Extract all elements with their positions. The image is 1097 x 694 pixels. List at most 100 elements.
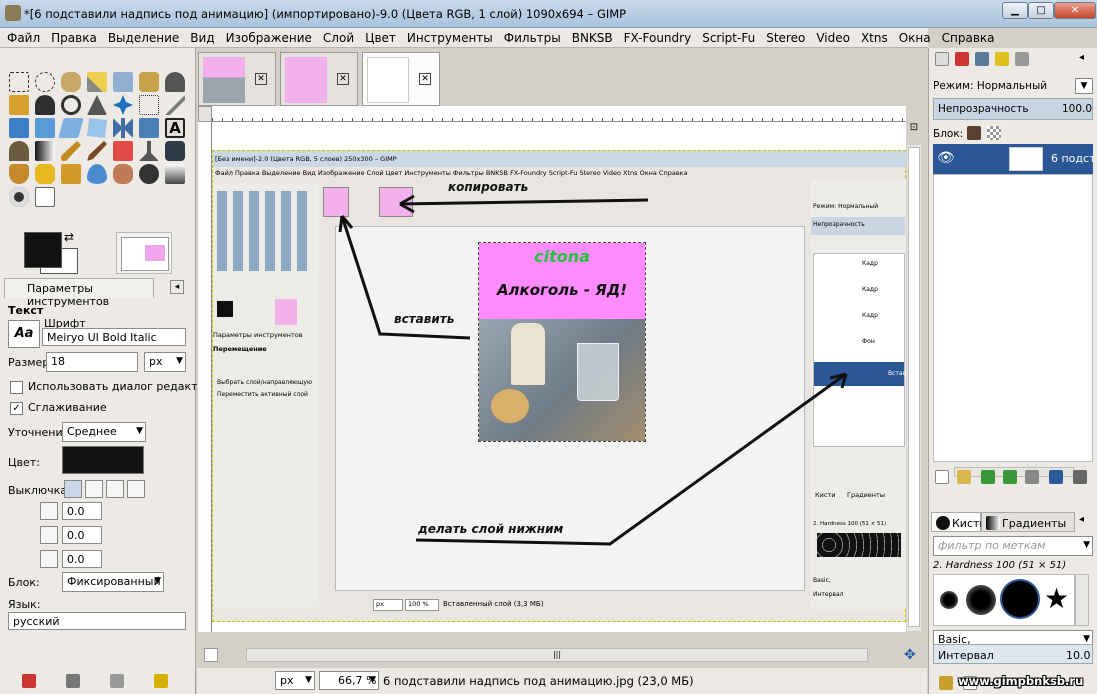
close-tab-icon[interactable]: ✕ [419, 73, 431, 85]
font-input[interactable]: Meiryo UI Bold Italic [42, 328, 186, 346]
line-spacing-input[interactable]: 0.0 [62, 526, 102, 544]
spacing-slider[interactable]: Интервал 10.0 [933, 644, 1093, 664]
menu-tools[interactable]: Инструменты [407, 31, 493, 45]
heal-icon[interactable] [35, 164, 55, 184]
letter-spacing-input[interactable]: 0.0 [62, 550, 102, 568]
brush-soft-medium[interactable] [966, 585, 996, 615]
swap-colors-icon[interactable]: ⇄ [64, 230, 74, 244]
menu-windows[interactable]: Окна [899, 31, 931, 45]
mode-dropdown-chevron-down-icon[interactable]: ▼ [1075, 78, 1093, 94]
rect-select-icon[interactable] [9, 72, 29, 92]
dock-menu-icon[interactable]: ◂ [1079, 52, 1084, 63]
dock-tab-history-icon[interactable] [1015, 52, 1029, 66]
text-color-button[interactable] [62, 446, 144, 474]
dock-tab-paths-icon[interactable] [975, 52, 989, 66]
brush-grid-scrollbar[interactable] [1075, 574, 1089, 626]
menu-script-fu[interactable]: Script-Fu [702, 31, 755, 45]
menu-video[interactable]: Video [816, 31, 850, 45]
ink-icon[interactable] [165, 141, 185, 161]
justify-left-icon[interactable] [64, 480, 82, 498]
brush-filter-input[interactable]: фильтр по меткам ▼ [933, 536, 1093, 556]
anchor-layer-icon[interactable] [1049, 470, 1063, 484]
indent-input[interactable]: 0.0 [62, 502, 102, 520]
justify-center-icon[interactable] [106, 480, 124, 498]
unit-select[interactable]: px ▼ [275, 671, 315, 690]
menu-edit[interactable]: Правка [51, 31, 97, 45]
pencil-icon[interactable] [61, 141, 81, 161]
layer-visibility-eye-icon[interactable]: 👁 [937, 150, 955, 166]
brush-soft-small[interactable] [940, 591, 958, 609]
duplicate-layer-icon[interactable] [1025, 470, 1039, 484]
brush-star-icon[interactable]: ★ [1044, 583, 1069, 615]
zoom-lock-icon[interactable]: ⊡ [907, 122, 921, 142]
move-icon[interactable] [113, 95, 133, 115]
perspective-icon[interactable] [87, 118, 107, 138]
brushes-menu-icon[interactable]: ◂ [1079, 514, 1084, 525]
brush-grid[interactable]: ★ [933, 574, 1075, 626]
new-group-icon[interactable] [957, 470, 971, 484]
tab-gradients[interactable]: Градиенты [981, 512, 1075, 532]
crop-icon[interactable] [165, 95, 185, 115]
cage-icon[interactable] [139, 118, 159, 138]
zoom-icon[interactable] [61, 95, 81, 115]
horizontal-ruler[interactable] [212, 106, 906, 122]
scissors-icon[interactable] [139, 72, 159, 92]
delete-options-icon[interactable] [110, 674, 124, 688]
image-tab-2[interactable]: ✕ [280, 52, 358, 106]
menu-filters[interactable]: Фильтры [504, 31, 561, 45]
quick-mask-toggle-icon[interactable] [204, 648, 218, 662]
lock-alpha-icon[interactable] [987, 126, 1001, 140]
text-tool-icon[interactable]: A [165, 118, 185, 138]
menu-select[interactable]: Выделение [108, 31, 179, 45]
dock-tab-undo-icon[interactable] [995, 52, 1009, 66]
rotate-icon[interactable] [9, 118, 29, 138]
dock-tab-layers-icon[interactable] [935, 52, 949, 66]
language-input[interactable]: русский [8, 612, 186, 630]
quick-mask-icon[interactable] [35, 187, 55, 207]
opacity-slider[interactable]: Непрозрачность 100.0 [933, 98, 1093, 120]
foreground-color-swatch[interactable] [24, 232, 62, 268]
font-preview-icon[interactable]: Aa [8, 320, 40, 348]
smudge-icon[interactable] [113, 164, 133, 184]
restore-options-icon[interactable] [66, 674, 80, 688]
image-tab-3-active[interactable]: ✕ [362, 52, 440, 106]
color-picker-icon[interactable] [35, 95, 55, 115]
close-button[interactable]: ✕ [1054, 2, 1096, 19]
image-tab-1[interactable]: ✕ [198, 52, 276, 106]
menu-image[interactable]: Изображение [226, 31, 312, 45]
vertical-ruler[interactable] [198, 122, 212, 632]
menu-stereo[interactable]: Stereo [766, 31, 805, 45]
measure-icon[interactable] [87, 95, 107, 115]
layer-row-selected[interactable]: 👁 6 подставили [933, 144, 1093, 174]
scale-icon[interactable] [35, 118, 55, 138]
justify-fill-icon[interactable] [127, 480, 145, 498]
box-select[interactable]: Фиксированный ▼ [62, 572, 164, 592]
canvas[interactable]: [Без имени]-2.0 (Цвета RGB, 5 слоев) 250… [212, 122, 906, 632]
use-editor-checkbox[interactable] [10, 381, 23, 394]
lower-layer-icon[interactable] [1003, 470, 1017, 484]
edit-brush-icon[interactable] [939, 676, 953, 690]
menu-file[interactable]: Файл [7, 31, 40, 45]
close-tab-icon[interactable]: ✕ [255, 73, 267, 85]
menu-layer[interactable]: Слой [323, 31, 354, 45]
bucket-fill-icon[interactable] [9, 141, 29, 161]
align-icon[interactable] [139, 95, 159, 115]
horizontal-scrollbar[interactable]: ||| [246, 648, 868, 662]
layer-list-empty-area[interactable] [933, 174, 1093, 477]
cursor-icon[interactable] [9, 187, 29, 207]
paths-icon[interactable] [9, 95, 29, 115]
flip-icon[interactable] [113, 118, 133, 138]
justify-right-icon[interactable] [85, 480, 103, 498]
blend-icon[interactable] [35, 141, 55, 161]
antialias-checkbox[interactable]: ✓ [10, 402, 23, 415]
close-tab-icon[interactable]: ✕ [337, 73, 349, 85]
dock-tab-channels-icon[interactable] [955, 52, 969, 66]
size-unit-select[interactable]: px ▼ [144, 352, 186, 372]
new-layer-icon[interactable] [935, 470, 949, 484]
paintbrush-icon[interactable] [87, 141, 107, 161]
tab-brushes[interactable]: Кисти [931, 512, 987, 532]
tool-options-tab[interactable]: Параметры инструментов [4, 278, 154, 308]
menu-bnksb[interactable]: BNKSB [572, 31, 613, 45]
menu-fx-foundry[interactable]: FX-Foundry [624, 31, 692, 45]
desaturate-icon[interactable] [165, 164, 185, 184]
